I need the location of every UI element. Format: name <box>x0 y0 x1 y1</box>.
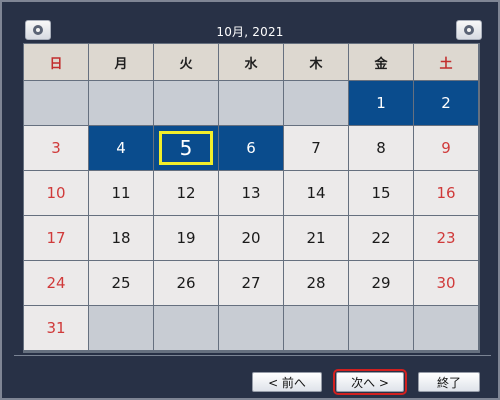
month-title: 10月, 2021 <box>216 25 284 39</box>
today-highlight: 5 <box>159 131 213 165</box>
empty-day-cell <box>219 306 283 350</box>
empty-day-cell <box>154 306 218 350</box>
day-cell-9[interactable]: 9 <box>414 126 478 170</box>
weekday-mon: 月 <box>89 44 153 80</box>
day-cell-17[interactable]: 17 <box>24 216 88 260</box>
day-cell-2[interactable]: 2 <box>414 81 478 125</box>
day-cell-1[interactable]: 1 <box>349 81 413 125</box>
day-cell-12[interactable]: 12 <box>154 171 218 215</box>
empty-day-cell <box>89 81 153 125</box>
day-cell-31[interactable]: 31 <box>24 306 88 350</box>
day-cell-5-today[interactable]: 5 <box>154 126 218 170</box>
day-cell-29[interactable]: 29 <box>349 261 413 305</box>
day-cell-14[interactable]: 14 <box>284 171 348 215</box>
weekday-header-row: 日 月 火 水 木 金 土 <box>24 44 478 80</box>
empty-day-cell <box>219 81 283 125</box>
calendar-dialog: 10月, 2021 日 月 火 水 木 金 土 1 2 3 4 5 6 7 8 … <box>0 0 500 400</box>
day-cell-26[interactable]: 26 <box>154 261 218 305</box>
weekday-sun: 日 <box>24 44 88 80</box>
empty-day-cell <box>284 306 348 350</box>
day-cell-4[interactable]: 4 <box>89 126 153 170</box>
empty-day-cell <box>89 306 153 350</box>
week-row: 3 4 5 6 7 8 9 <box>24 126 478 170</box>
circle-dot-icon <box>464 25 474 35</box>
weekday-sat: 土 <box>414 44 478 80</box>
day-cell-30[interactable]: 30 <box>414 261 478 305</box>
circle-dot-icon <box>33 25 43 35</box>
day-cell-22[interactable]: 22 <box>349 216 413 260</box>
end-button[interactable]: 終了 <box>418 372 480 392</box>
day-cell-8[interactable]: 8 <box>349 126 413 170</box>
weekday-wed: 水 <box>219 44 283 80</box>
day-cell-21[interactable]: 21 <box>284 216 348 260</box>
day-cell-28[interactable]: 28 <box>284 261 348 305</box>
empty-day-cell <box>284 81 348 125</box>
calendar-grid: 日 月 火 水 木 金 土 1 2 3 4 5 6 7 8 9 10 11 12… <box>23 43 480 353</box>
calendar-header: 10月, 2021 <box>2 2 500 42</box>
day-cell-23[interactable]: 23 <box>414 216 478 260</box>
day-cell-15[interactable]: 15 <box>349 171 413 215</box>
day-cell-24[interactable]: 24 <box>24 261 88 305</box>
next-month-button[interactable] <box>456 20 482 40</box>
weekday-tue: 火 <box>154 44 218 80</box>
day-cell-6[interactable]: 6 <box>219 126 283 170</box>
week-row: 10 11 12 13 14 15 16 <box>24 171 478 215</box>
week-row: 17 18 19 20 21 22 23 <box>24 216 478 260</box>
prev-button[interactable]: < 前へ <box>252 372 322 392</box>
footer-divider <box>14 355 491 356</box>
week-row: 1 2 <box>24 81 478 125</box>
empty-day-cell <box>24 81 88 125</box>
week-row: 31 <box>24 306 478 350</box>
empty-day-cell <box>414 306 478 350</box>
day-cell-20[interactable]: 20 <box>219 216 283 260</box>
previous-month-button[interactable] <box>25 20 51 40</box>
week-row: 24 25 26 27 28 29 30 <box>24 261 478 305</box>
day-cell-13[interactable]: 13 <box>219 171 283 215</box>
day-cell-18[interactable]: 18 <box>89 216 153 260</box>
next-button[interactable]: 次へ > <box>333 369 407 395</box>
empty-day-cell <box>154 81 218 125</box>
day-cell-7[interactable]: 7 <box>284 126 348 170</box>
day-cell-19[interactable]: 19 <box>154 216 218 260</box>
day-cell-3[interactable]: 3 <box>24 126 88 170</box>
weekday-fri: 金 <box>349 44 413 80</box>
day-cell-27[interactable]: 27 <box>219 261 283 305</box>
day-cell-25[interactable]: 25 <box>89 261 153 305</box>
day-cell-10[interactable]: 10 <box>24 171 88 215</box>
weekday-thu: 木 <box>284 44 348 80</box>
empty-day-cell <box>349 306 413 350</box>
day-cell-16[interactable]: 16 <box>414 171 478 215</box>
day-cell-11[interactable]: 11 <box>89 171 153 215</box>
